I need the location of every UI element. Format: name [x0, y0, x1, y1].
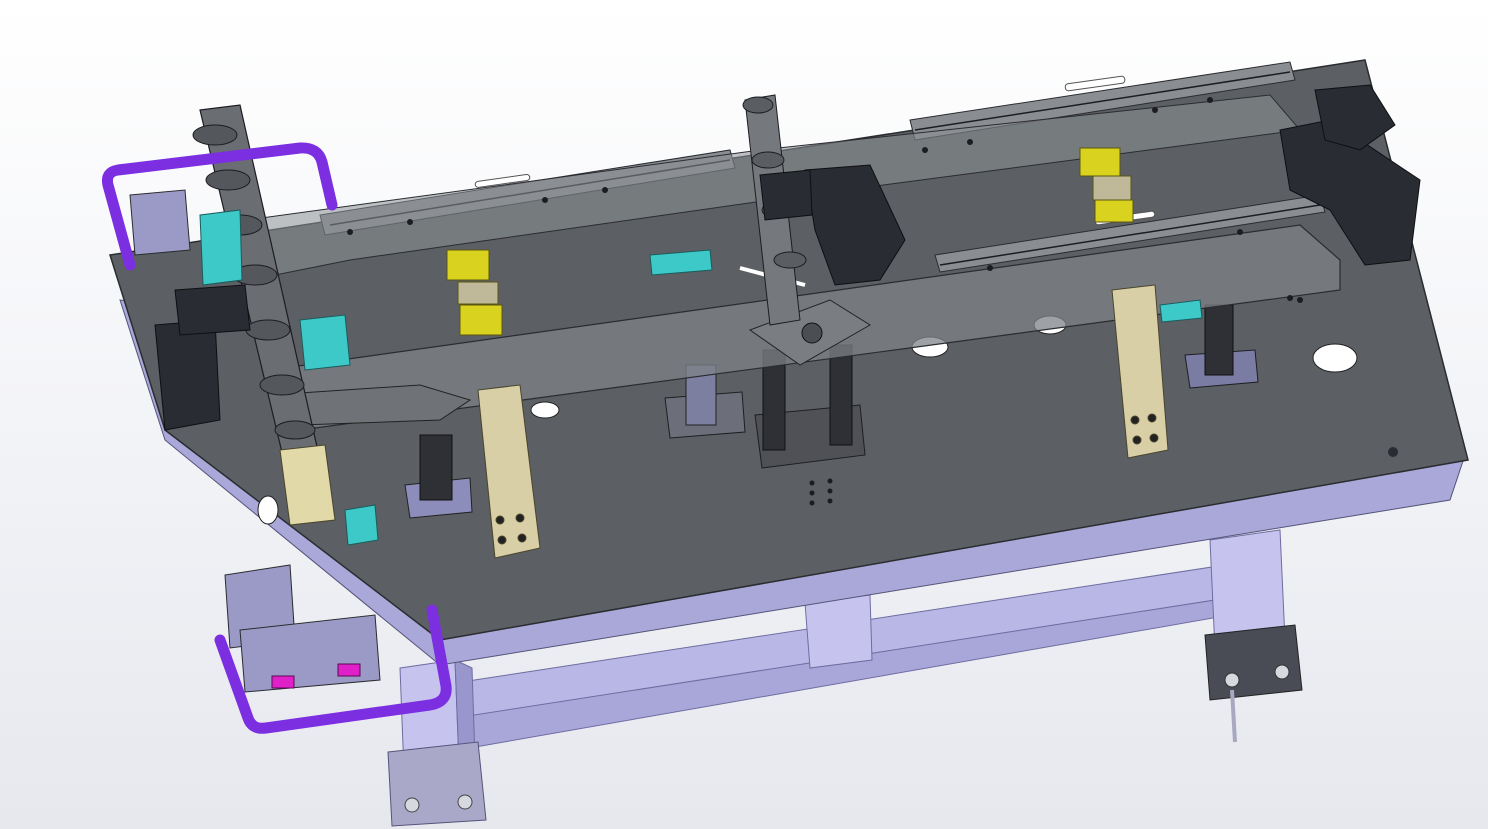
yellow-clamp: [446, 249, 490, 281]
yellow-clamp: [1079, 147, 1121, 177]
sensor: [649, 249, 713, 276]
hole: [1312, 343, 1358, 373]
hole: [530, 401, 560, 419]
foot-bolt: [1274, 664, 1290, 680]
foot-bolt: [1224, 672, 1240, 688]
yellow-clamp: [457, 281, 499, 305]
sensor: [299, 314, 351, 371]
frame-foot-right: [1204, 624, 1303, 701]
cad-model: [102, 59, 1469, 827]
sensor: [344, 504, 379, 546]
frame-foot-left: [387, 741, 487, 827]
cad-viewport[interactable]: [0, 0, 1488, 829]
clamp-unit: [154, 319, 221, 431]
frame-leg-middle: [804, 594, 873, 669]
hole: [257, 495, 279, 525]
clamp-unit: [759, 169, 813, 221]
yellow-clamp: [459, 304, 503, 336]
center-post: [829, 344, 853, 446]
small-post: [419, 434, 453, 501]
foot-bolt: [457, 794, 473, 810]
beam-hole: [801, 322, 823, 344]
bracket: [129, 189, 191, 256]
pin-dot: [1388, 447, 1398, 457]
beige-support: [279, 444, 336, 526]
yellow-clamp: [1094, 199, 1134, 223]
magenta-pin: [271, 675, 295, 689]
right-post: [1204, 304, 1234, 376]
yellow-clamp: [1092, 175, 1132, 201]
sensor: [199, 209, 243, 286]
clamp-unit: [174, 284, 251, 336]
magenta-pin: [337, 663, 361, 677]
foot-bolt: [404, 797, 420, 813]
